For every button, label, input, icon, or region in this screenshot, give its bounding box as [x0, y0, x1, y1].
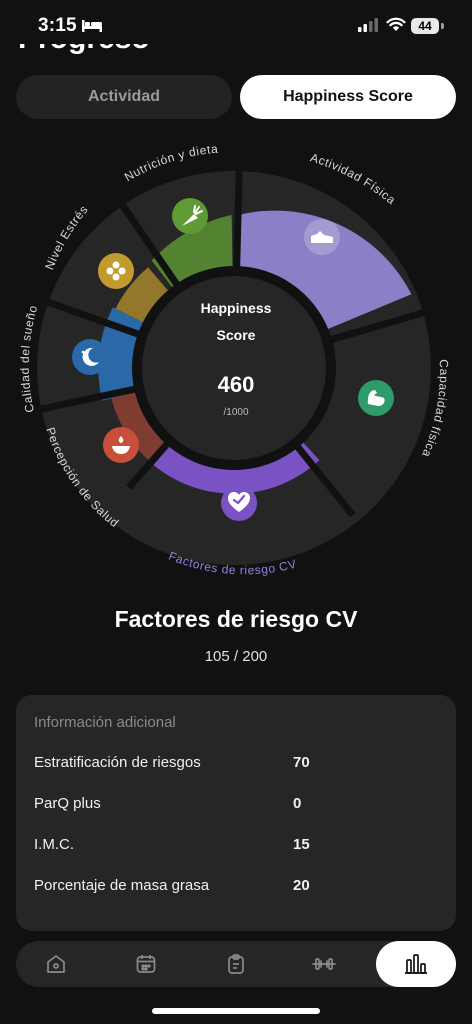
- tab-actividad[interactable]: Actividad: [16, 75, 232, 119]
- info-row: I.M.C. 15: [34, 836, 434, 858]
- moon-icon[interactable]: [72, 339, 108, 375]
- signal-icon: [358, 18, 378, 32]
- clipboard-icon: [228, 954, 244, 974]
- info-row-value: 15: [293, 836, 310, 853]
- center-label-line2: Score: [217, 327, 256, 343]
- wifi-icon: [386, 17, 406, 31]
- carrot-icon[interactable]: [172, 198, 208, 234]
- nav-calendar[interactable]: [116, 941, 176, 987]
- nav-clipboard[interactable]: [206, 941, 266, 987]
- center-label-line1: Happiness: [201, 300, 272, 316]
- info-row: Porcentaje de masa grasa 20: [34, 877, 434, 899]
- info-row-value: 0: [293, 795, 302, 812]
- candle-icon[interactable]: [103, 427, 139, 463]
- info-card-header: Información adicional: [34, 714, 176, 731]
- home-indicator[interactable]: [152, 1008, 320, 1014]
- nav-progress[interactable]: [376, 941, 456, 987]
- tab-bar: Actividad Happiness Score: [16, 75, 456, 119]
- info-card: Información adicional Estratificación de…: [16, 695, 456, 931]
- dumbbell-icon: [312, 958, 336, 970]
- tab-happiness-score[interactable]: Happiness Score: [240, 75, 456, 119]
- bottom-nav: [16, 941, 456, 987]
- center-score: 460: [218, 372, 255, 397]
- info-row: Estratificación de riesgos 70: [34, 754, 434, 776]
- flower-icon[interactable]: [98, 253, 134, 289]
- status-time: 3:15: [38, 15, 77, 36]
- label-calidad-sueno: Calidad del sueño: [18, 303, 41, 414]
- home-icon: [47, 955, 65, 973]
- info-row-label: I.M.C.: [34, 836, 74, 853]
- info-row-label: ParQ plus: [34, 795, 101, 812]
- sneaker-icon[interactable]: [304, 219, 340, 255]
- info-row-label: Estratificación de riesgos: [34, 754, 201, 771]
- center-score-max: /1000: [223, 407, 248, 418]
- info-row-label: Porcentaje de masa grasa: [34, 877, 210, 894]
- heart-check-icon[interactable]: [221, 485, 257, 521]
- selected-factor-title: Factores de riesgo CV: [114, 606, 358, 632]
- bed-icon: [82, 20, 102, 32]
- info-row-value: 20: [293, 877, 310, 894]
- happiness-wheel: Happiness Score 460 /1000 Actividad Físi…: [18, 142, 451, 578]
- battery-indicator: 44: [411, 18, 439, 34]
- info-row-value: 70: [293, 754, 310, 771]
- bar-chart-icon: [405, 954, 427, 974]
- nav-workouts[interactable]: [294, 941, 354, 987]
- calendar-icon: [136, 955, 156, 973]
- muscle-icon[interactable]: [358, 380, 394, 416]
- battery-cap: [441, 23, 444, 29]
- nav-home[interactable]: [26, 941, 86, 987]
- selected-factor-score: 105 / 200: [204, 648, 268, 665]
- info-row: ParQ plus 0: [34, 795, 434, 817]
